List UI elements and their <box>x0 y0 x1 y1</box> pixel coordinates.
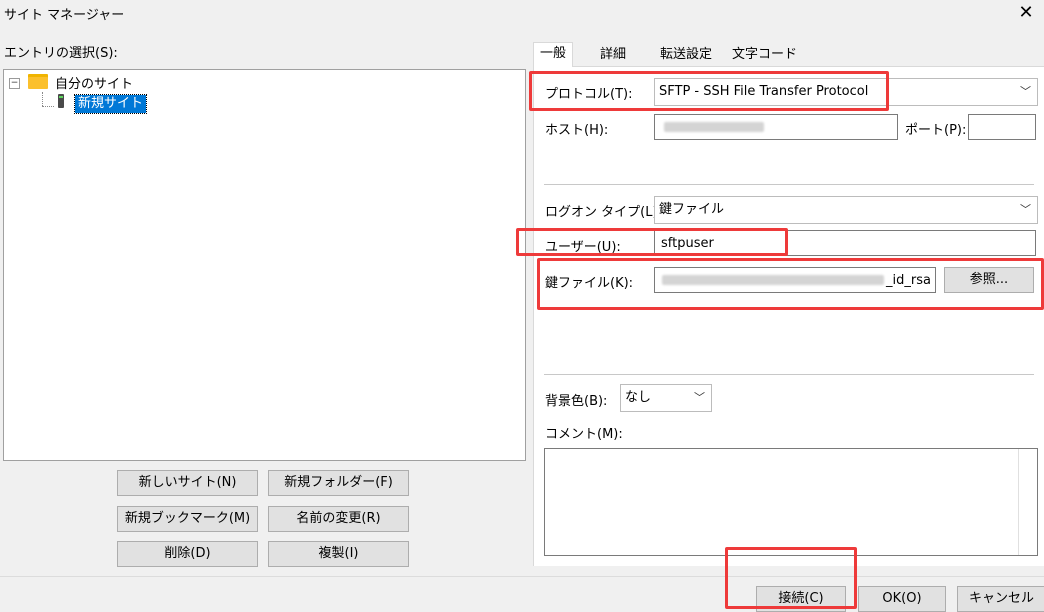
bgcolor-select[interactable]: なし ﹀ <box>620 384 712 412</box>
logon-type-label: ログオン タイプ(L): <box>545 205 662 220</box>
delete-button[interactable]: 削除(D) <box>117 541 258 567</box>
redacted-host <box>664 122 764 132</box>
tree-connector <box>42 106 54 107</box>
new-bookmark-button[interactable]: 新規ブックマーク(M) <box>117 506 258 532</box>
chevron-down-icon: ﹀ <box>1020 203 1031 216</box>
ok-button[interactable]: OK(O) <box>858 586 946 612</box>
new-site-button[interactable]: 新しいサイト(N) <box>117 470 258 496</box>
rename-button[interactable]: 名前の変更(R) <box>268 506 409 532</box>
logon-type-select[interactable]: 鍵ファイル ﹀ <box>654 196 1038 224</box>
site-tree[interactable] <box>3 69 526 461</box>
comment-label: コメント(M): <box>545 427 623 442</box>
collapse-icon[interactable]: − <box>9 78 20 89</box>
tree-node-new-site[interactable]: 新規サイト <box>73 94 148 114</box>
tree-label: エントリの選択(S): <box>4 46 118 61</box>
tab-transfer-settings[interactable]: 転送設定 <box>654 44 718 66</box>
separator <box>544 184 1034 185</box>
port-label: ポート(P): <box>905 123 967 138</box>
port-input[interactable] <box>968 114 1036 140</box>
highlight-connect <box>725 547 857 609</box>
highlight-protocol <box>529 71 889 111</box>
tab-advanced[interactable]: 詳細 <box>594 44 632 66</box>
comment-scrollbar[interactable] <box>1018 449 1037 555</box>
tree-connector <box>42 92 43 106</box>
window-title: サイト マネージャー <box>4 8 125 23</box>
tree-node-my-sites[interactable]: 自分のサイト <box>55 73 133 92</box>
chevron-down-icon: ﹀ <box>694 391 705 404</box>
highlight-user <box>516 228 788 256</box>
tab-strip-border <box>533 66 1044 67</box>
chevron-down-icon: ﹀ <box>1020 85 1031 98</box>
close-icon[interactable]: ✕ <box>1014 0 1038 26</box>
bgcolor-label: 背景色(B): <box>545 394 608 409</box>
separator <box>544 374 1034 375</box>
tab-charset[interactable]: 文字コード <box>726 44 803 66</box>
logon-type-value: 鍵ファイル <box>659 202 725 217</box>
host-label: ホスト(H): <box>545 123 609 138</box>
comment-textarea[interactable] <box>544 448 1038 556</box>
folder-icon <box>28 74 48 89</box>
highlight-keyfile <box>537 258 1044 310</box>
bgcolor-value: なし <box>625 390 652 405</box>
server-icon <box>58 94 64 108</box>
tab-general[interactable]: 一般 <box>533 42 574 67</box>
new-folder-button[interactable]: 新規フォルダー(F) <box>268 470 409 496</box>
duplicate-button[interactable]: 複製(I) <box>268 541 409 567</box>
cancel-button[interactable]: キャンセル <box>957 586 1044 612</box>
